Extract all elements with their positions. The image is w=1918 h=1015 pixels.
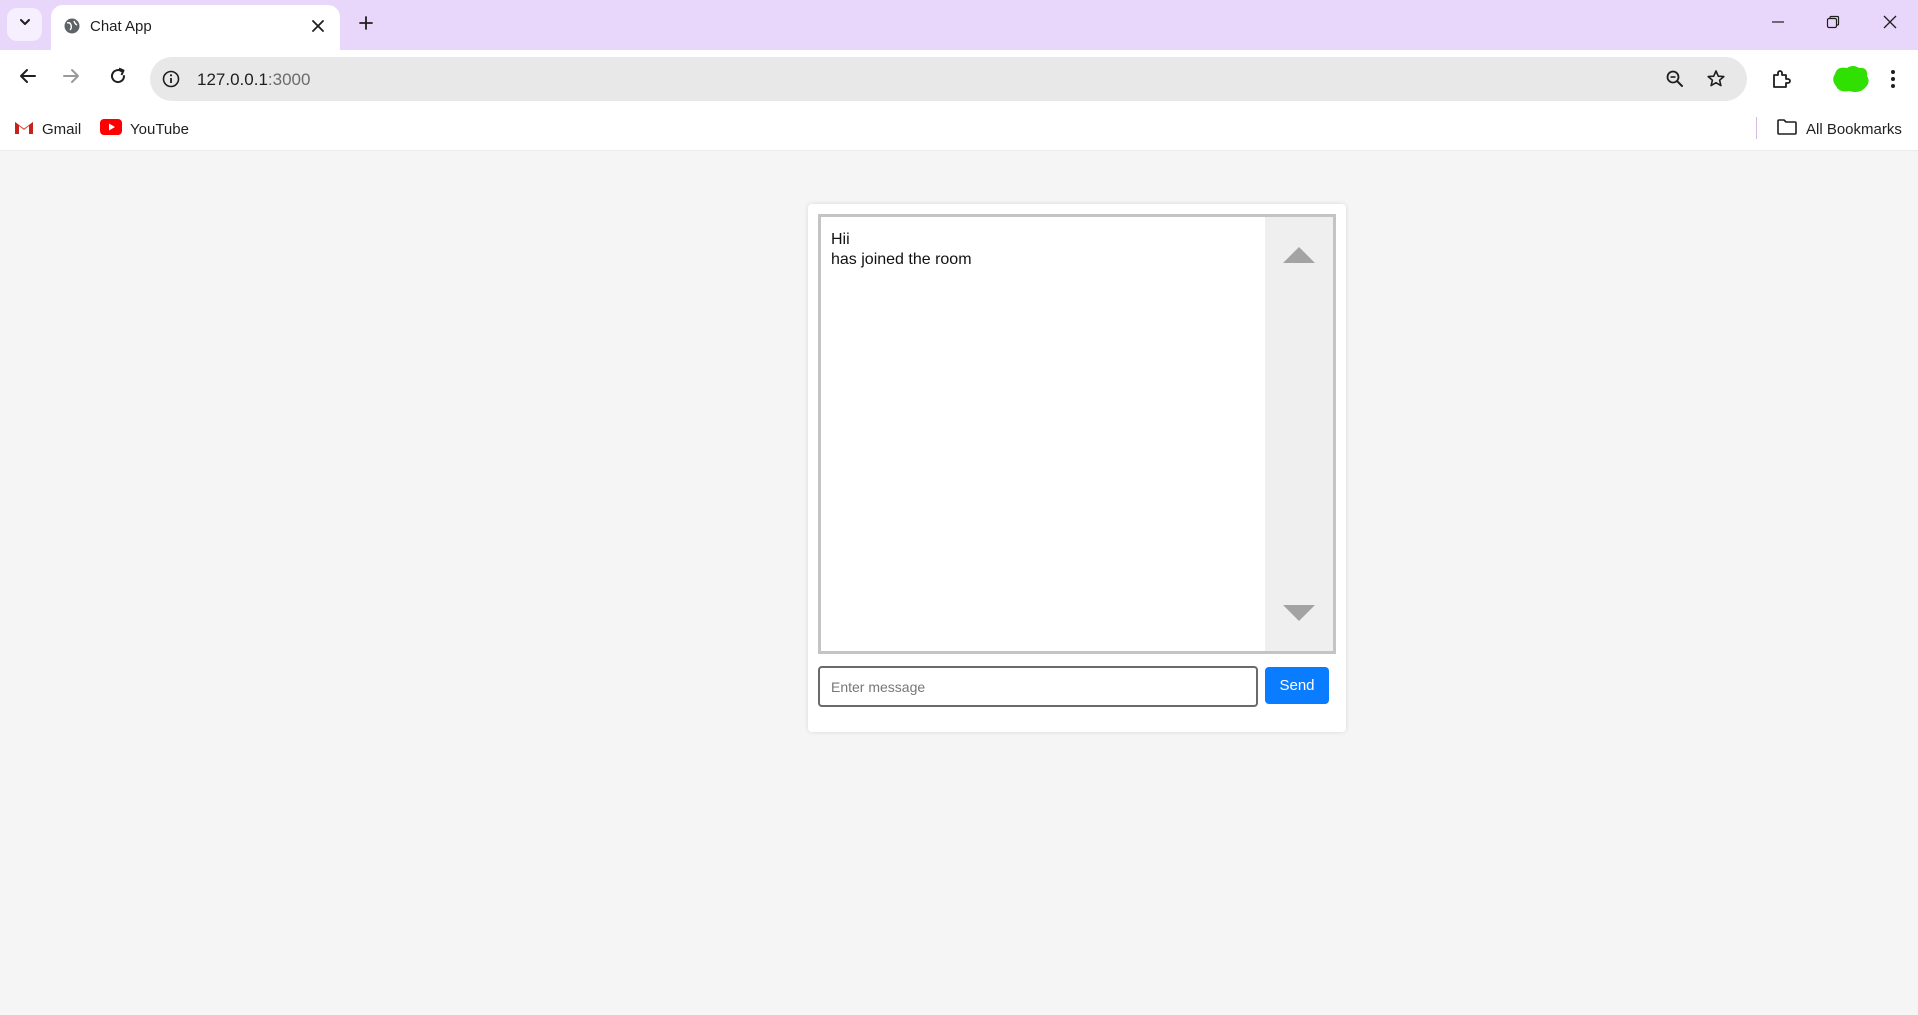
url-host: 127.0.0.1 (197, 70, 268, 89)
minimize-icon (1771, 15, 1785, 34)
browser-toolbar: 127.0.0.1:3000 (0, 50, 1918, 108)
plus-icon (358, 15, 374, 36)
more-menu-icon[interactable] (1878, 64, 1908, 94)
reload-icon (108, 66, 128, 91)
send-button[interactable]: Send (1265, 667, 1329, 704)
bookmark-gmail[interactable]: Gmail (14, 117, 81, 141)
tab-title: Chat App (90, 18, 152, 35)
scroll-down-arrow-icon[interactable] (1283, 605, 1315, 621)
bookmark-label: Gmail (42, 120, 82, 138)
address-bar[interactable]: 127.0.0.1:3000 (150, 57, 1747, 101)
gmail-icon (14, 119, 34, 139)
new-tab-button[interactable] (352, 11, 380, 39)
all-bookmarks-button[interactable]: All Bookmarks (1776, 117, 1902, 141)
bookmark-star-icon[interactable] (1704, 67, 1728, 91)
reload-button[interactable] (102, 62, 134, 94)
youtube-icon (100, 119, 122, 139)
zoom-icon[interactable] (1663, 67, 1687, 91)
globe-icon (63, 17, 81, 35)
scroll-up-arrow-icon[interactable] (1283, 247, 1315, 263)
messages-scrollbar[interactable] (1265, 217, 1333, 651)
message-list: Hii has joined the room (821, 230, 972, 270)
back-button[interactable] (12, 62, 44, 94)
bookmarks-divider (1756, 117, 1757, 139)
tab-search-button[interactable] (7, 8, 42, 41)
close-window-icon (1883, 15, 1897, 34)
url-port: :3000 (267, 70, 311, 89)
chat-message: Hii (831, 231, 850, 248)
arrow-left-icon (18, 66, 38, 91)
restore-button[interactable] (1813, 8, 1853, 40)
chevron-down-icon (18, 15, 32, 34)
arrow-right-icon (61, 66, 81, 91)
bookmark-youtube[interactable]: YouTube (100, 117, 189, 141)
forward-button[interactable] (55, 62, 87, 94)
folder-icon (1776, 118, 1798, 140)
restore-icon (1826, 15, 1840, 34)
bookmarks-bar: Gmail YouTube All Bookmarks (0, 108, 1918, 151)
close-window-button[interactable] (1870, 8, 1910, 40)
extensions-icon[interactable] (1766, 64, 1796, 94)
messages-box[interactable]: Hii has joined the room (818, 214, 1336, 654)
chat-container: Hii has joined the room Send (808, 204, 1346, 732)
browser-tab-strip: Chat App (0, 0, 1918, 50)
minimize-button[interactable] (1758, 8, 1798, 40)
message-input[interactable] (818, 666, 1258, 707)
profile-avatar[interactable] (1831, 64, 1871, 94)
close-icon[interactable] (307, 15, 329, 37)
site-info-icon[interactable] (160, 68, 182, 90)
all-bookmarks-label: All Bookmarks (1806, 120, 1902, 138)
bookmark-label: YouTube (130, 120, 189, 138)
browser-tab-active[interactable]: Chat App (51, 5, 340, 50)
chat-message: has joined the room (831, 251, 972, 268)
url-text[interactable]: 127.0.0.1:3000 (197, 70, 310, 90)
